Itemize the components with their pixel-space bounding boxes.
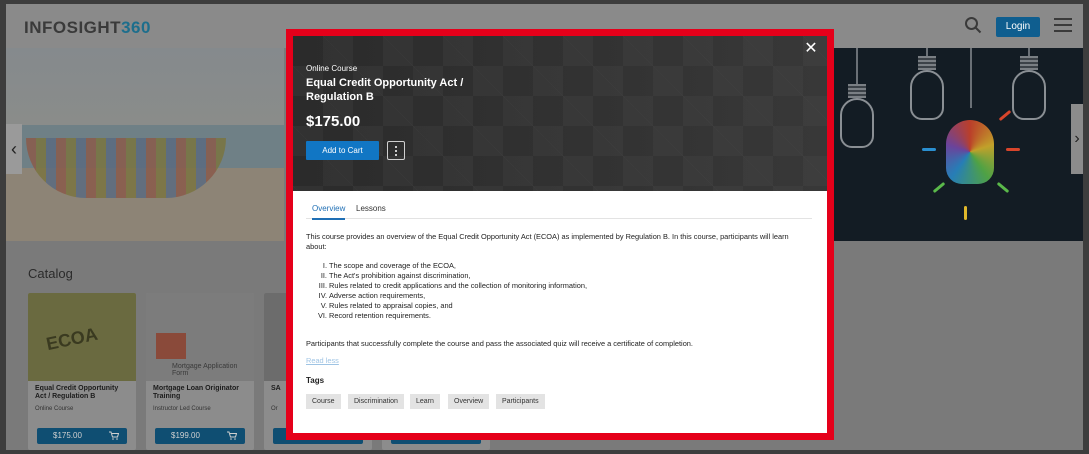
list-item: III. Rules related to credit applications…	[318, 281, 587, 290]
list-item: V. Rules related to appraisal copies, and	[320, 301, 453, 310]
catalog-card[interactable]: Mortgage Application Form Mortgage Loan …	[146, 293, 254, 450]
card-price: $175.00	[53, 431, 82, 440]
hero-prev-arrow-icon[interactable]: ‹	[6, 124, 22, 174]
card-price-button[interactable]: $199.00	[155, 428, 245, 444]
site-logo[interactable]: INFOSIGHT360	[24, 18, 151, 38]
tags-heading: Tags	[306, 376, 325, 385]
course-type: Online Course	[306, 64, 358, 73]
card-thumbnail: ECOA	[28, 293, 136, 381]
cart-icon	[227, 431, 237, 440]
page-frame: INFOSIGHT360 Login ‹ › Catalog ECOA Equa…	[6, 4, 1083, 450]
tab-lessons[interactable]: Lessons	[356, 204, 386, 213]
list-item: I. The scope and coverage of the ECOA,	[322, 261, 456, 270]
list-item: VI. Record retention requirements.	[317, 311, 431, 320]
hero-banner-image-bulbs	[828, 48, 1083, 241]
course-title: Equal Credit Opportunity Act / Regulatio…	[306, 77, 464, 103]
tag-chip[interactable]: Learn	[410, 394, 440, 409]
hero-next-arrow-icon[interactable]: ›	[1071, 104, 1083, 174]
tab-overview[interactable]: Overview	[312, 204, 346, 220]
card-title[interactable]: Equal Credit Opportunity Act / Regulatio…	[35, 385, 131, 401]
card-type: Online Course	[35, 406, 74, 412]
topic-list: I. The scope and coverage of the ECOA, II…	[313, 261, 587, 321]
modal-tabs: Overview Lessons	[306, 201, 812, 220]
more-vertical-icon[interactable]	[387, 141, 405, 160]
login-button[interactable]: Login	[996, 17, 1040, 37]
course-description: This course provides an overview of the …	[306, 232, 789, 251]
add-to-cart-button[interactable]: Add to Cart	[306, 141, 379, 160]
tag-chip[interactable]: Participants	[496, 394, 545, 409]
logo-number: 360	[121, 18, 151, 37]
card-thumbnail: Mortgage Application Form	[146, 293, 254, 381]
catalog-card[interactable]: ECOA Equal Credit Opportunity Act / Regu…	[28, 293, 136, 450]
completion-note: Participants that successfully complete …	[306, 339, 693, 348]
course-detail-modal: ✕ Online Course Equal Credit Opportunity…	[286, 29, 834, 440]
card-price: $199.00	[171, 431, 200, 440]
modal-header: ✕ Online Course Equal Credit Opportunity…	[293, 36, 827, 191]
course-price: $175.00	[306, 113, 361, 130]
hamburger-icon[interactable]	[1054, 18, 1072, 34]
card-type: Or	[271, 406, 278, 412]
close-icon[interactable]: ✕	[803, 41, 819, 57]
hero-banner-image-beach	[6, 48, 284, 241]
cart-icon	[109, 431, 119, 440]
search-icon[interactable]	[964, 16, 982, 34]
logo-text: INFOSIGHT	[24, 18, 122, 37]
card-title[interactable]: Mortgage Loan Originator Training	[153, 385, 249, 401]
tag-chip[interactable]: Discrimination	[348, 394, 404, 409]
list-item: IV. Adverse action requirements,	[318, 291, 426, 300]
read-less-link[interactable]: Read less	[306, 356, 339, 365]
tag-chip[interactable]: Overview	[448, 394, 490, 409]
tag-chip[interactable]: Course	[306, 394, 341, 409]
card-price-button[interactable]: $175.00	[37, 428, 127, 444]
list-item: II. The Act's prohibition against discrim…	[320, 271, 471, 280]
card-type: Instructor Led Course	[153, 406, 211, 412]
catalog-heading: Catalog	[28, 266, 73, 281]
